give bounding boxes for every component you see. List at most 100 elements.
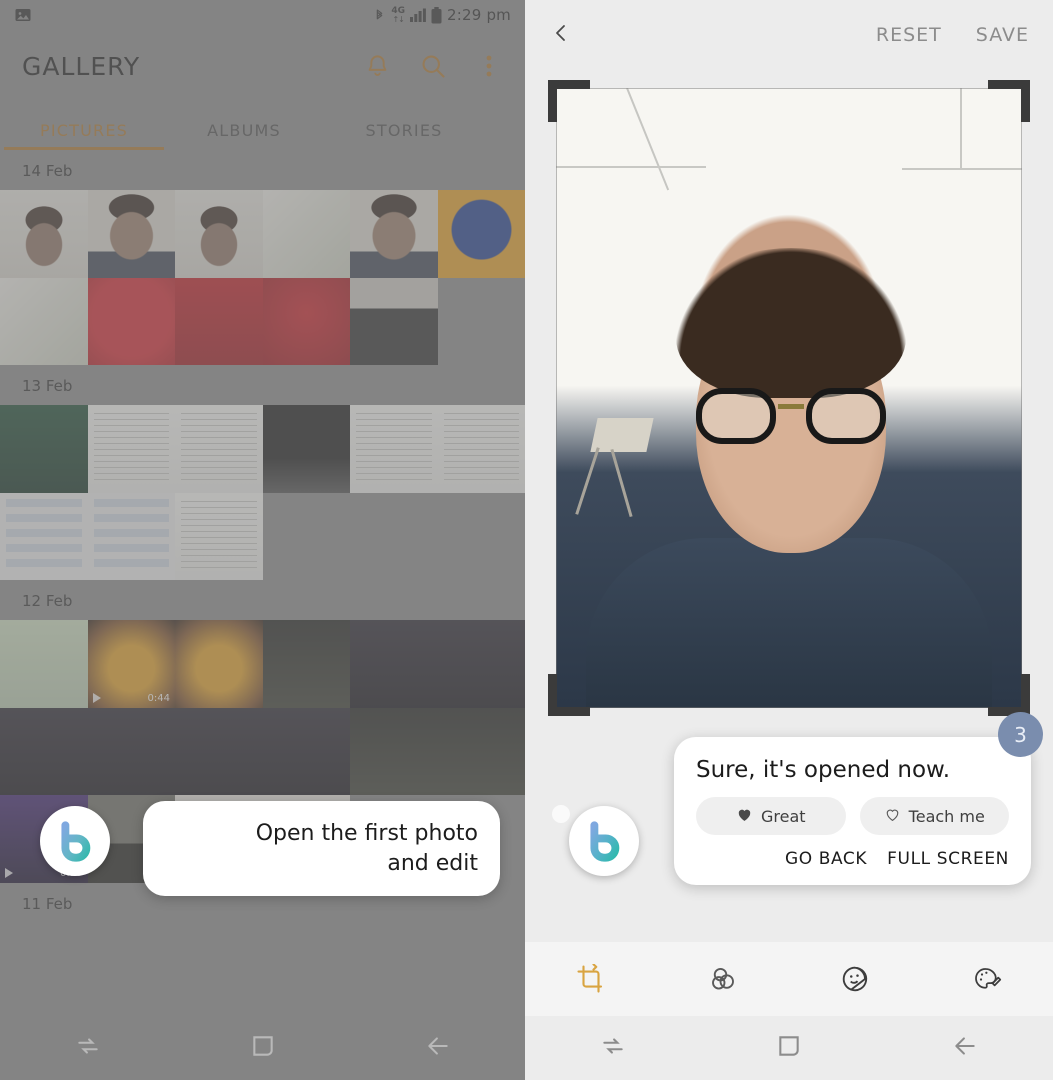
photo-thumbnail[interactable] <box>0 620 88 708</box>
recents-icon[interactable] <box>600 1033 626 1063</box>
home-icon[interactable] <box>250 1033 276 1063</box>
heart-filled-icon <box>736 806 753 827</box>
heart-outline-icon <box>884 806 901 827</box>
date-header: 12 Feb <box>22 592 73 610</box>
play-icon <box>5 868 13 878</box>
photo-thumbnail[interactable] <box>437 405 525 493</box>
photo-thumbnail[interactable] <box>175 405 263 493</box>
gallery-tabs: PICTURES ALBUMS STORIES <box>0 102 525 150</box>
page-title: GALLERY <box>22 51 141 81</box>
reset-button[interactable]: RESET <box>876 24 942 46</box>
bixby-orb-right[interactable] <box>569 806 639 876</box>
recents-icon[interactable] <box>75 1033 101 1063</box>
photo-thumbnail[interactable] <box>87 492 175 580</box>
photo-thumbnail[interactable] <box>87 277 175 365</box>
more-vertical-icon[interactable] <box>475 52 503 80</box>
photo-editor-panel: RESET SAVE <box>525 0 1053 1080</box>
chevron-left-icon[interactable] <box>549 21 573 49</box>
back-arrow-icon[interactable] <box>952 1033 978 1063</box>
right-navigation-bar <box>525 1016 1053 1080</box>
crop-handle-bottom-right[interactable] <box>988 674 1030 716</box>
header-actions <box>363 52 503 80</box>
go-back-button[interactable]: GO BACK <box>785 849 867 869</box>
bixby-logo-icon <box>61 821 91 862</box>
photo-thumbnail[interactable] <box>262 707 350 795</box>
photo-thumbnail[interactable] <box>350 405 438 493</box>
great-feedback-button[interactable]: Great <box>696 797 846 835</box>
status-bar: 4G ↑↓ 2:29 pm <box>0 0 525 30</box>
photo-thumbnail[interactable] <box>437 620 525 708</box>
back-arrow-icon[interactable] <box>425 1033 451 1063</box>
save-button[interactable]: SAVE <box>976 24 1029 46</box>
crop-handle-bottom-left[interactable] <box>548 674 590 716</box>
photo-thumbnail[interactable] <box>350 620 438 708</box>
editor-tool-bar <box>525 942 1053 1016</box>
left-navigation-bar <box>0 1016 525 1080</box>
crop-canvas[interactable] <box>548 80 1030 716</box>
bell-icon[interactable] <box>363 52 391 80</box>
photo-thumbnail[interactable] <box>437 707 525 795</box>
photo-grid <box>0 405 525 580</box>
photo-thumbnail[interactable] <box>175 492 263 580</box>
full-screen-button[interactable]: FULL SCREEN <box>887 849 1009 869</box>
photo-thumbnail[interactable] <box>0 277 88 365</box>
feedback-chip-row: Great Teach me <box>696 797 1009 835</box>
photo-thumbnail[interactable] <box>175 277 263 365</box>
photo-thumbnail[interactable] <box>0 492 88 580</box>
video-meta: 0:44 <box>92 693 170 704</box>
photo-thumbnail[interactable] <box>0 190 88 278</box>
bixby-orb-left[interactable] <box>40 806 110 876</box>
signal-bars-icon <box>410 8 426 22</box>
photo-thumbnail[interactable] <box>87 190 175 278</box>
network-type-label: 4G ↑↓ <box>391 5 405 24</box>
photo-grid <box>0 190 525 365</box>
photo-thumbnail[interactable] <box>262 620 350 708</box>
palette-brush-icon[interactable] <box>965 957 1009 1001</box>
gallery-image-icon <box>14 6 32 24</box>
photo-thumbnail[interactable] <box>262 405 350 493</box>
date-header: 13 Feb <box>22 377 73 395</box>
home-icon[interactable] <box>776 1033 802 1063</box>
photo-thumbnail[interactable] <box>437 190 525 278</box>
search-icon[interactable] <box>419 52 447 80</box>
bixby-response-card: Sure, it's opened now. Great Teach me GO… <box>674 737 1031 885</box>
photo-thumbnail[interactable] <box>87 405 175 493</box>
bixby-utterance-bubble: Open the first photo and edit <box>143 801 500 897</box>
date-header: 14 Feb <box>22 162 73 180</box>
teach-me-label: Teach me <box>908 806 985 826</box>
great-label: Great <box>760 806 806 826</box>
photo-thumbnail[interactable] <box>87 707 175 795</box>
gallery-header: GALLERY <box>0 30 525 102</box>
crop-handle-top-right[interactable] <box>988 80 1030 122</box>
teach-me-button[interactable]: Teach me <box>859 797 1009 835</box>
photo-thumbnail[interactable] <box>262 190 350 278</box>
crop-frame <box>556 88 1022 708</box>
photo-thumbnail[interactable] <box>0 707 88 795</box>
status-bar-right: 4G ↑↓ 2:29 pm <box>373 6 511 24</box>
crop-handle-top-left[interactable] <box>548 80 590 122</box>
tab-albums[interactable]: ALBUMS <box>164 121 324 150</box>
crop-rotate-icon[interactable] <box>569 957 613 1001</box>
tab-stories[interactable]: STORIES <box>324 121 484 150</box>
video-thumbnail[interactable]: 0:44 <box>87 620 175 708</box>
photo-thumbnail[interactable] <box>262 277 350 365</box>
card-action-row: GO BACK FULL SCREEN <box>696 849 1009 869</box>
bixby-listening-dot <box>552 805 570 823</box>
photo-thumbnail[interactable] <box>350 707 438 795</box>
photo-thumbnail[interactable] <box>350 190 438 278</box>
bixby-response-text: Sure, it's opened now. <box>696 757 951 783</box>
bluetooth-icon <box>373 7 386 24</box>
conversation-turn-badge: 3 <box>998 712 1043 757</box>
photo-thumbnail[interactable] <box>175 620 263 708</box>
photo-thumbnail[interactable] <box>0 405 88 493</box>
gallery-app-panel: 4G ↑↓ 2:29 pm GALLERY PICTURES ALBUMS ST… <box>0 0 525 1080</box>
color-circles-icon[interactable] <box>701 957 745 1001</box>
photo-thumbnail[interactable] <box>175 190 263 278</box>
sticker-smiley-icon[interactable] <box>833 957 877 1001</box>
photo-thumbnail[interactable] <box>350 277 438 365</box>
dual-screenshot-stage: 4G ↑↓ 2:29 pm GALLERY PICTURES ALBUMS ST… <box>0 0 1053 1080</box>
play-icon <box>92 693 101 703</box>
tab-pictures[interactable]: PICTURES <box>4 121 164 150</box>
clock-label: 2:29 pm <box>447 6 511 24</box>
photo-thumbnail[interactable] <box>175 707 263 795</box>
